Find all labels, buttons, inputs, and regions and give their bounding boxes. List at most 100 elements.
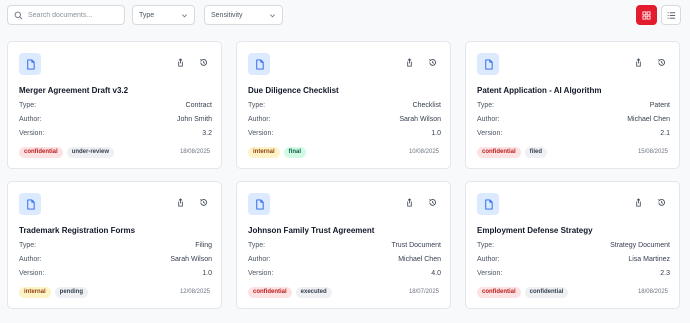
- search-icon: [14, 11, 23, 19]
- type-value: Patent: [649, 102, 670, 109]
- history-icon[interactable]: [656, 197, 666, 207]
- tag-badge: final: [283, 147, 307, 158]
- document-icon: [248, 53, 270, 75]
- version-value: 1.0: [431, 130, 441, 137]
- document-card[interactable]: Johnson Family Trust Agreement Type: Tru…: [236, 181, 451, 309]
- type-row: Type: Strategy Document: [477, 242, 670, 249]
- version-row: Version: 1.0: [248, 130, 441, 137]
- type-filter-select[interactable]: Type: [132, 5, 195, 25]
- document-card[interactable]: Due Diligence Checklist Type: Checklist …: [236, 41, 451, 169]
- history-icon[interactable]: [656, 57, 666, 67]
- share-icon[interactable]: [175, 197, 185, 207]
- document-title[interactable]: Employment Defense Strategy: [477, 226, 593, 235]
- type-row: Type: Patent: [477, 102, 670, 109]
- sensitivity-filter-select[interactable]: Sensitivity: [204, 5, 283, 25]
- document-card[interactable]: Patent Application - AI Algorithm Type: …: [465, 41, 680, 169]
- chevron-down-icon: [270, 13, 275, 17]
- share-icon[interactable]: [633, 57, 643, 67]
- version-row: Version: 4.0: [248, 270, 441, 277]
- document-title[interactable]: Merger Agreement Draft v3.2: [19, 86, 128, 95]
- tag-badge: pending: [54, 287, 89, 298]
- tag-badge: filed: [524, 147, 548, 158]
- grid-icon: [642, 10, 651, 20]
- tag-badge: under-review: [66, 147, 115, 158]
- document-title[interactable]: Due Diligence Checklist: [248, 86, 339, 95]
- author-row: Author: John Smith: [19, 116, 212, 123]
- tag-list: confidential executed: [248, 287, 332, 298]
- type-filter-label: Type: [139, 11, 155, 19]
- version-label: Version:: [248, 270, 274, 277]
- document-icon: [477, 193, 499, 215]
- tag-list: internal pending: [19, 287, 89, 298]
- version-label: Version:: [477, 270, 503, 277]
- tag-badge: confidential: [19, 147, 63, 158]
- document-date: 18/08/2025: [637, 289, 668, 295]
- type-value: Checklist: [412, 102, 441, 109]
- share-icon[interactable]: [404, 197, 414, 207]
- document-title[interactable]: Patent Application - AI Algorithm: [477, 86, 601, 95]
- type-value: Contract: [185, 102, 212, 109]
- search-input[interactable]: [28, 11, 123, 19]
- document-date: 18/08/2025: [179, 149, 210, 155]
- chevron-down-icon: [182, 13, 187, 17]
- share-icon[interactable]: [633, 197, 643, 207]
- version-value: 3.2: [202, 130, 212, 137]
- version-label: Version:: [19, 130, 45, 137]
- version-row: Version: 2.1: [477, 130, 670, 137]
- version-row: Version: 1.0: [19, 270, 212, 277]
- type-value: Filing: [195, 242, 212, 249]
- version-value: 2.1: [660, 130, 670, 137]
- author-value: Sarah Wilson: [399, 116, 441, 123]
- author-value: Sarah Wilson: [170, 256, 212, 263]
- history-icon[interactable]: [427, 197, 437, 207]
- version-label: Version:: [248, 130, 274, 137]
- author-label: Author:: [19, 256, 42, 263]
- tag-badge: confidential: [248, 287, 292, 298]
- type-row: Type: Filing: [19, 242, 212, 249]
- author-row: Author: Sarah Wilson: [19, 256, 212, 263]
- author-value: Michael Chen: [398, 256, 441, 263]
- search-box[interactable]: [7, 5, 125, 25]
- author-label: Author:: [19, 116, 42, 123]
- author-row: Author: Michael Chen: [477, 116, 670, 123]
- version-value: 1.0: [202, 270, 212, 277]
- share-icon[interactable]: [404, 57, 414, 67]
- document-date: 18/07/2025: [408, 289, 439, 295]
- author-row: Author: Lisa Martinez: [477, 256, 670, 263]
- document-date: 12/08/2025: [179, 289, 210, 295]
- author-label: Author:: [248, 116, 271, 123]
- tag-badge: internal: [19, 287, 51, 298]
- list-icon: [667, 11, 675, 19]
- document-card[interactable]: Merger Agreement Draft v3.2 Type: Contra…: [7, 41, 222, 169]
- author-row: Author: Sarah Wilson: [248, 116, 441, 123]
- author-label: Author:: [248, 256, 271, 263]
- document-icon: [19, 193, 41, 215]
- tag-badge: confidential: [477, 287, 521, 298]
- document-title[interactable]: Trademark Registration Forms: [19, 226, 135, 235]
- tag-list: internal final: [248, 147, 307, 158]
- type-label: Type:: [477, 242, 495, 249]
- list-view-button[interactable]: [661, 5, 681, 25]
- tag-list: confidential under-review: [19, 147, 115, 158]
- document-icon: [477, 53, 499, 75]
- document-date: 10/08/2025: [408, 149, 439, 155]
- type-row: Type: Trust Document: [248, 242, 441, 249]
- type-row: Type: Contract: [19, 102, 212, 109]
- document-title[interactable]: Johnson Family Trust Agreement: [248, 226, 374, 235]
- history-icon[interactable]: [198, 197, 208, 207]
- author-label: Author:: [477, 256, 500, 263]
- document-card[interactable]: Trademark Registration Forms Type: Filin…: [7, 181, 222, 309]
- history-icon[interactable]: [198, 57, 208, 67]
- version-label: Version:: [19, 270, 45, 277]
- type-label: Type:: [477, 102, 495, 109]
- tag-badge: internal: [248, 147, 280, 158]
- document-card[interactable]: Employment Defense Strategy Type: Strate…: [465, 181, 680, 309]
- type-label: Type:: [248, 242, 266, 249]
- author-value: Michael Chen: [627, 116, 670, 123]
- history-icon[interactable]: [427, 57, 437, 67]
- grid-view-button[interactable]: [636, 5, 657, 25]
- type-value: Trust Document: [391, 242, 441, 249]
- type-label: Type:: [19, 242, 37, 249]
- share-icon[interactable]: [175, 57, 185, 67]
- type-value: Strategy Document: [610, 242, 670, 249]
